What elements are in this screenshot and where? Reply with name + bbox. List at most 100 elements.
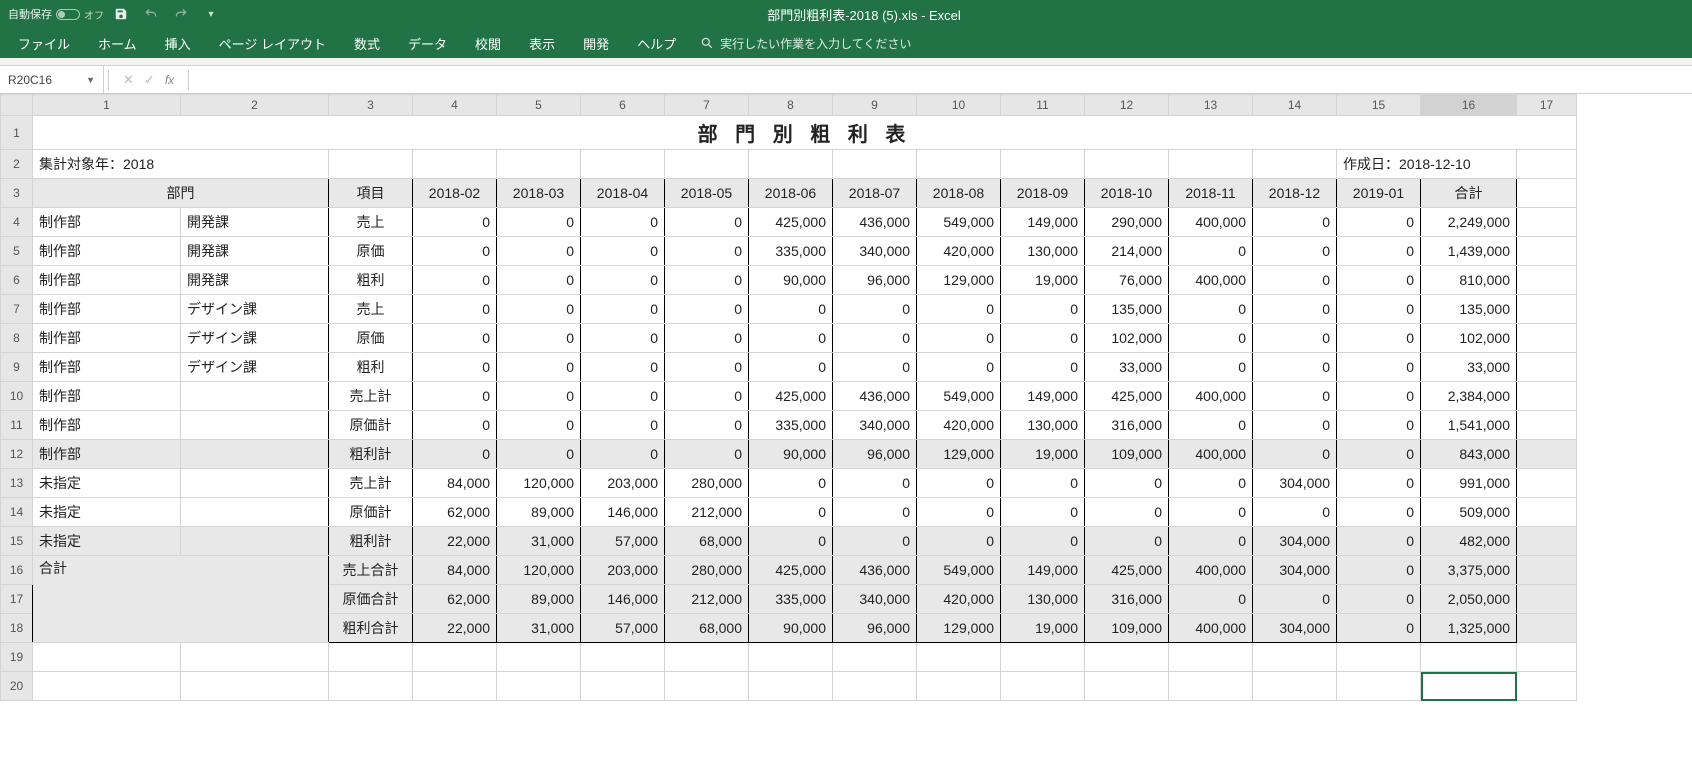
value-cell[interactable]: 0 [1337,237,1421,266]
tab-help[interactable]: ヘルプ [625,29,688,58]
value-cell[interactable]: 0 [1337,208,1421,237]
value-cell[interactable]: 340,000 [833,585,917,614]
row-header[interactable]: 9 [1,353,33,382]
value-cell[interactable]: 0 [917,324,1001,353]
cancel-icon[interactable]: ✕ [123,72,134,88]
cell[interactable] [413,643,497,672]
value-cell[interactable]: 203,000 [581,469,665,498]
value-cell[interactable]: 0 [413,353,497,382]
dept-cell[interactable]: 制作部 [33,411,181,440]
value-cell[interactable]: 0 [665,208,749,237]
value-cell[interactable]: 280,000 [665,469,749,498]
total-cell[interactable]: 3,375,000 [1421,556,1517,585]
row-header[interactable]: 12 [1,440,33,469]
value-cell[interactable]: 549,000 [917,382,1001,411]
sheet-grid[interactable]: 12345678910111213141516171部 門 別 粗 利 表2集計… [0,94,1692,701]
value-cell[interactable]: 0 [497,382,581,411]
dept-cell[interactable]: 制作部 [33,324,181,353]
value-cell[interactable]: 425,000 [749,208,833,237]
row-header[interactable]: 10 [1,382,33,411]
cell[interactable] [413,150,497,179]
value-cell[interactable]: 335,000 [749,411,833,440]
value-cell[interactable]: 0 [581,324,665,353]
value-cell[interactable]: 0 [413,382,497,411]
value-cell[interactable]: 436,000 [833,208,917,237]
tab-developer[interactable]: 開発 [571,29,621,58]
header-month[interactable]: 2018-05 [665,179,749,208]
header-month[interactable]: 2018-10 [1085,179,1169,208]
cell[interactable] [1085,672,1169,701]
row-header[interactable]: 4 [1,208,33,237]
value-cell[interactable]: 0 [1253,498,1337,527]
cell[interactable] [1517,643,1577,672]
cell[interactable] [749,672,833,701]
header-dept[interactable]: 部門 [33,179,329,208]
value-cell[interactable]: 549,000 [917,208,1001,237]
value-cell[interactable]: 549,000 [917,556,1001,585]
item-cell[interactable]: 売上合計 [329,556,413,585]
cell[interactable] [497,672,581,701]
value-cell[interactable]: 62,000 [413,585,497,614]
value-cell[interactable]: 0 [1253,585,1337,614]
value-cell[interactable]: 0 [497,295,581,324]
select-all-corner[interactable] [1,95,33,116]
cell[interactable] [1169,150,1253,179]
value-cell[interactable]: 0 [749,295,833,324]
created-date[interactable]: 作成日：2018-12-10 [1337,150,1517,179]
item-cell[interactable]: 粗利 [329,353,413,382]
item-cell[interactable]: 売上 [329,295,413,324]
row-header[interactable]: 20 [1,672,33,701]
value-cell[interactable]: 0 [1253,411,1337,440]
header-month[interactable]: 2018-03 [497,179,581,208]
value-cell[interactable]: 0 [1169,237,1253,266]
value-cell[interactable]: 0 [665,324,749,353]
total-cell[interactable]: 2,384,000 [1421,382,1517,411]
value-cell[interactable]: 0 [1337,411,1421,440]
cell[interactable] [833,672,917,701]
value-cell[interactable]: 0 [917,353,1001,382]
value-cell[interactable]: 89,000 [497,498,581,527]
col-header[interactable]: 9 [833,95,917,116]
value-cell[interactable]: 19,000 [1001,266,1085,295]
total-cell[interactable]: 135,000 [1421,295,1517,324]
enter-icon[interactable]: ✓ [144,72,155,88]
cell[interactable] [833,150,917,179]
qat-customize-icon[interactable]: ▾ [198,1,224,27]
total-cell[interactable]: 2,050,000 [1421,585,1517,614]
autosave-toggle[interactable]: 自動保存 オフ [8,6,104,22]
value-cell[interactable]: 400,000 [1169,382,1253,411]
value-cell[interactable]: 0 [1253,266,1337,295]
row-header[interactable]: 15 [1,527,33,556]
value-cell[interactable]: 149,000 [1001,208,1085,237]
value-cell[interactable]: 19,000 [1001,614,1085,643]
cell[interactable] [665,150,749,179]
value-cell[interactable]: 425,000 [749,556,833,585]
row-header[interactable]: 17 [1,585,33,614]
value-cell[interactable]: 0 [1169,585,1253,614]
dept-cell[interactable]: 制作部 [33,382,181,411]
value-cell[interactable]: 0 [665,440,749,469]
period-cell[interactable]: 集計対象年：2018 [33,150,329,179]
cell[interactable] [1517,556,1577,585]
value-cell[interactable]: 425,000 [1085,382,1169,411]
cell[interactable] [581,672,665,701]
cell[interactable] [833,643,917,672]
cell[interactable] [329,672,413,701]
value-cell[interactable]: 0 [917,295,1001,324]
value-cell[interactable]: 0 [413,266,497,295]
value-cell[interactable]: 0 [413,208,497,237]
cell[interactable] [1517,179,1577,208]
row-header[interactable]: 5 [1,237,33,266]
subdept-cell[interactable] [181,440,329,469]
cell[interactable] [413,672,497,701]
value-cell[interactable]: 0 [1337,498,1421,527]
value-cell[interactable]: 280,000 [665,556,749,585]
cell[interactable] [749,643,833,672]
value-cell[interactable]: 102,000 [1085,324,1169,353]
value-cell[interactable]: 62,000 [413,498,497,527]
tab-home[interactable]: ホーム [86,29,149,58]
selected-cell[interactable] [1421,672,1517,701]
value-cell[interactable]: 0 [665,295,749,324]
col-header[interactable]: 12 [1085,95,1169,116]
value-cell[interactable]: 340,000 [833,237,917,266]
